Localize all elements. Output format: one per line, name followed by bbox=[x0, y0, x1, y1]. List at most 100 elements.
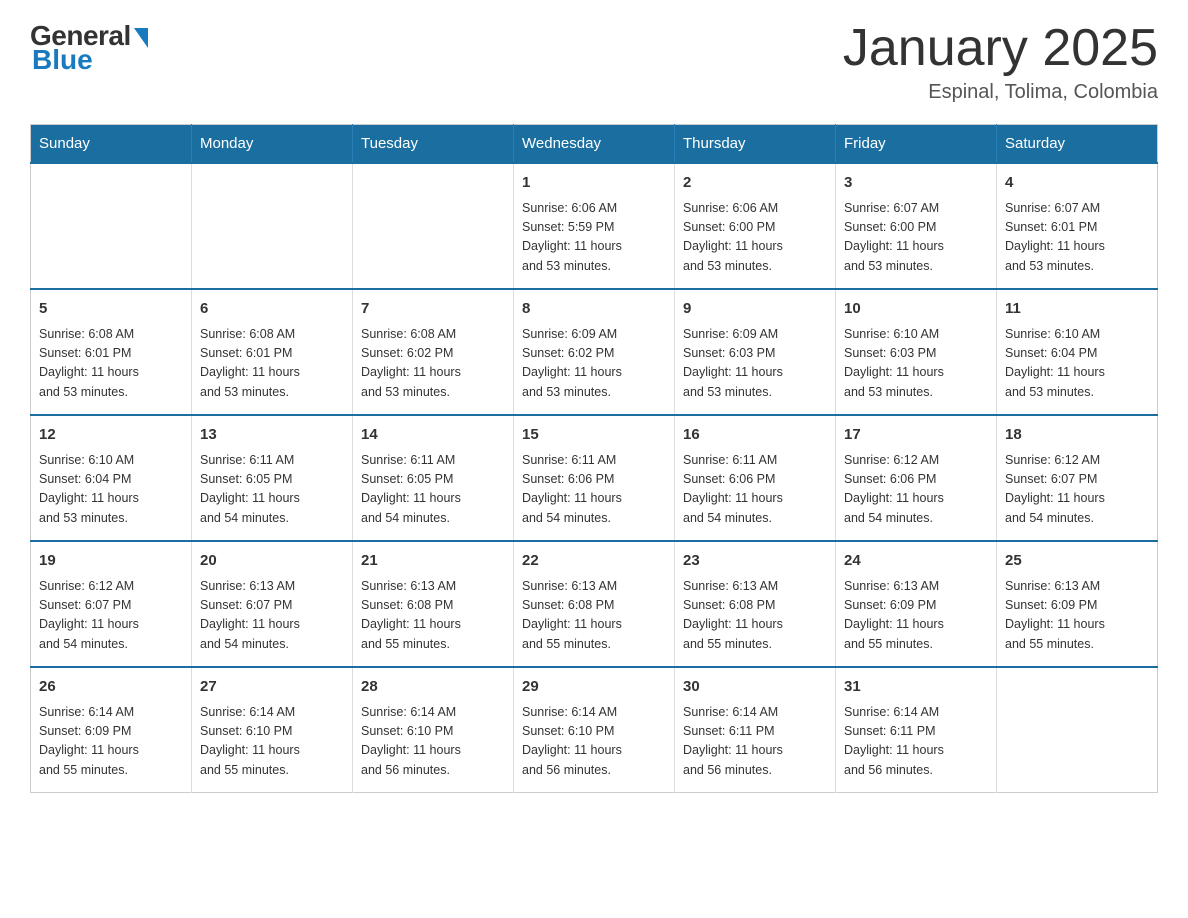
day-info: Sunrise: 6:14 AMSunset: 6:10 PMDaylight:… bbox=[361, 703, 505, 781]
day-info: Sunrise: 6:12 AMSunset: 6:07 PMDaylight:… bbox=[39, 577, 183, 655]
day-number: 21 bbox=[361, 550, 505, 573]
calendar-table: SundayMondayTuesdayWednesdayThursdayFrid… bbox=[30, 124, 1158, 793]
calendar-cell: 6 Sunrise: 6:08 AMSunset: 6:01 PMDaylight… bbox=[192, 289, 353, 415]
day-info: Sunrise: 6:09 AMSunset: 6:03 PMDaylight:… bbox=[683, 325, 827, 403]
calendar-cell: 21 Sunrise: 6:13 AMSunset: 6:08 PMDayligh… bbox=[353, 541, 514, 667]
calendar-cell: 3Sunrise: 6:07 AMSunset: 6:00 PMDaylight… bbox=[836, 163, 997, 289]
day-of-week-header-wednesday: Wednesday bbox=[514, 125, 675, 164]
calendar-cell: 1 Sunrise: 6:06 AMSunset: 5:59 PMDaylight… bbox=[514, 163, 675, 289]
calendar-week-row: 5 Sunrise: 6:08 AMSunset: 6:01 PMDaylight… bbox=[31, 289, 1158, 415]
day-info: Sunrise: 6:12 AMSunset: 6:07 PMDaylight:… bbox=[1005, 451, 1149, 529]
calendar-cell: 27 Sunrise: 6:14 AMSunset: 6:10 PMDayligh… bbox=[192, 667, 353, 793]
day-number: 1 bbox=[522, 172, 666, 195]
day-info: Sunrise: 6:09 AMSunset: 6:02 PMDaylight:… bbox=[522, 325, 666, 403]
day-number: 25 bbox=[1005, 550, 1149, 573]
logo: General Blue bbox=[30, 20, 148, 76]
day-info: Sunrise: 6:13 AMSunset: 6:09 PMDaylight:… bbox=[1005, 577, 1149, 655]
calendar-cell: 16 Sunrise: 6:11 AMSunset: 6:06 PMDayligh… bbox=[675, 415, 836, 541]
day-number: 7 bbox=[361, 298, 505, 321]
calendar-cell: 25 Sunrise: 6:13 AMSunset: 6:09 PMDayligh… bbox=[997, 541, 1158, 667]
day-of-week-header-monday: Monday bbox=[192, 125, 353, 164]
title-section: January 2025 Espinal, Tolima, Colombia bbox=[843, 20, 1158, 104]
page-header: General Blue January 2025 Espinal, Tolim… bbox=[30, 20, 1158, 104]
day-info: Sunrise: 6:13 AMSunset: 6:08 PMDaylight:… bbox=[522, 577, 666, 655]
calendar-cell: 30 Sunrise: 6:14 AMSunset: 6:11 PMDayligh… bbox=[675, 667, 836, 793]
day-info: Sunrise: 6:13 AMSunset: 6:08 PMDaylight:… bbox=[683, 577, 827, 655]
calendar-cell: 20Sunrise: 6:13 AMSunset: 6:07 PMDayligh… bbox=[192, 541, 353, 667]
day-info: Sunrise: 6:14 AMSunset: 6:10 PMDaylight:… bbox=[200, 703, 344, 781]
day-info: Sunrise: 6:14 AMSunset: 6:11 PMDaylight:… bbox=[683, 703, 827, 781]
day-of-week-header-thursday: Thursday bbox=[675, 125, 836, 164]
calendar-week-row: 19Sunrise: 6:12 AMSunset: 6:07 PMDayligh… bbox=[31, 541, 1158, 667]
day-of-week-header-saturday: Saturday bbox=[997, 125, 1158, 164]
calendar-cell: 19Sunrise: 6:12 AMSunset: 6:07 PMDayligh… bbox=[31, 541, 192, 667]
day-number: 31 bbox=[844, 676, 988, 699]
day-number: 16 bbox=[683, 424, 827, 447]
day-info: Sunrise: 6:13 AMSunset: 6:07 PMDaylight:… bbox=[200, 577, 344, 655]
day-number: 8 bbox=[522, 298, 666, 321]
calendar-cell: 31 Sunrise: 6:14 AMSunset: 6:11 PMDayligh… bbox=[836, 667, 997, 793]
day-number: 22 bbox=[522, 550, 666, 573]
calendar-cell: 22 Sunrise: 6:13 AMSunset: 6:08 PMDayligh… bbox=[514, 541, 675, 667]
day-number: 26 bbox=[39, 676, 183, 699]
day-number: 15 bbox=[522, 424, 666, 447]
day-number: 17 bbox=[844, 424, 988, 447]
day-number: 6 bbox=[200, 298, 344, 321]
calendar-cell: 4Sunrise: 6:07 AMSunset: 6:01 PMDaylight… bbox=[997, 163, 1158, 289]
day-of-week-header-sunday: Sunday bbox=[31, 125, 192, 164]
day-info: Sunrise: 6:07 AMSunset: 6:01 PMDaylight:… bbox=[1005, 199, 1149, 277]
calendar-cell: 7 Sunrise: 6:08 AMSunset: 6:02 PMDaylight… bbox=[353, 289, 514, 415]
day-number: 11 bbox=[1005, 298, 1149, 321]
calendar-cell: 8 Sunrise: 6:09 AMSunset: 6:02 PMDaylight… bbox=[514, 289, 675, 415]
day-info: Sunrise: 6:10 AMSunset: 6:04 PMDaylight:… bbox=[1005, 325, 1149, 403]
day-info: Sunrise: 6:06 AMSunset: 5:59 PMDaylight:… bbox=[522, 199, 666, 277]
day-info: Sunrise: 6:14 AMSunset: 6:10 PMDaylight:… bbox=[522, 703, 666, 781]
calendar-cell: 17Sunrise: 6:12 AMSunset: 6:06 PMDayligh… bbox=[836, 415, 997, 541]
day-of-week-header-friday: Friday bbox=[836, 125, 997, 164]
day-info: Sunrise: 6:06 AMSunset: 6:00 PMDaylight:… bbox=[683, 199, 827, 277]
day-info: Sunrise: 6:14 AMSunset: 6:09 PMDaylight:… bbox=[39, 703, 183, 781]
calendar-header-row: SundayMondayTuesdayWednesdayThursdayFrid… bbox=[31, 125, 1158, 164]
day-info: Sunrise: 6:10 AMSunset: 6:04 PMDaylight:… bbox=[39, 451, 183, 529]
calendar-cell: 29 Sunrise: 6:14 AMSunset: 6:10 PMDayligh… bbox=[514, 667, 675, 793]
day-number: 24 bbox=[844, 550, 988, 573]
location-subtitle: Espinal, Tolima, Colombia bbox=[843, 81, 1158, 104]
logo-arrow-icon bbox=[134, 28, 148, 48]
calendar-cell: 24 Sunrise: 6:13 AMSunset: 6:09 PMDayligh… bbox=[836, 541, 997, 667]
calendar-cell bbox=[997, 667, 1158, 793]
calendar-cell: 12 Sunrise: 6:10 AMSunset: 6:04 PMDayligh… bbox=[31, 415, 192, 541]
day-number: 5 bbox=[39, 298, 183, 321]
day-info: Sunrise: 6:13 AMSunset: 6:08 PMDaylight:… bbox=[361, 577, 505, 655]
calendar-week-row: 26 Sunrise: 6:14 AMSunset: 6:09 PMDayligh… bbox=[31, 667, 1158, 793]
day-info: Sunrise: 6:11 AMSunset: 6:06 PMDaylight:… bbox=[522, 451, 666, 529]
calendar-week-row: 1 Sunrise: 6:06 AMSunset: 5:59 PMDaylight… bbox=[31, 163, 1158, 289]
day-number: 13 bbox=[200, 424, 344, 447]
calendar-cell: 23Sunrise: 6:13 AMSunset: 6:08 PMDayligh… bbox=[675, 541, 836, 667]
calendar-cell: 13 Sunrise: 6:11 AMSunset: 6:05 PMDayligh… bbox=[192, 415, 353, 541]
day-info: Sunrise: 6:13 AMSunset: 6:09 PMDaylight:… bbox=[844, 577, 988, 655]
day-number: 27 bbox=[200, 676, 344, 699]
day-info: Sunrise: 6:11 AMSunset: 6:06 PMDaylight:… bbox=[683, 451, 827, 529]
day-number: 9 bbox=[683, 298, 827, 321]
day-number: 12 bbox=[39, 424, 183, 447]
day-number: 18 bbox=[1005, 424, 1149, 447]
calendar-cell: 15 Sunrise: 6:11 AMSunset: 6:06 PMDayligh… bbox=[514, 415, 675, 541]
calendar-cell: 9 Sunrise: 6:09 AMSunset: 6:03 PMDaylight… bbox=[675, 289, 836, 415]
day-info: Sunrise: 6:08 AMSunset: 6:01 PMDaylight:… bbox=[200, 325, 344, 403]
logo-blue-text: Blue bbox=[32, 44, 93, 76]
day-number: 29 bbox=[522, 676, 666, 699]
day-info: Sunrise: 6:14 AMSunset: 6:11 PMDaylight:… bbox=[844, 703, 988, 781]
calendar-cell: 26 Sunrise: 6:14 AMSunset: 6:09 PMDayligh… bbox=[31, 667, 192, 793]
day-info: Sunrise: 6:10 AMSunset: 6:03 PMDaylight:… bbox=[844, 325, 988, 403]
day-number: 30 bbox=[683, 676, 827, 699]
calendar-cell bbox=[192, 163, 353, 289]
calendar-cell: 28 Sunrise: 6:14 AMSunset: 6:10 PMDayligh… bbox=[353, 667, 514, 793]
calendar-cell bbox=[31, 163, 192, 289]
calendar-week-row: 12 Sunrise: 6:10 AMSunset: 6:04 PMDayligh… bbox=[31, 415, 1158, 541]
day-number: 28 bbox=[361, 676, 505, 699]
calendar-cell bbox=[353, 163, 514, 289]
day-info: Sunrise: 6:08 AMSunset: 6:01 PMDaylight:… bbox=[39, 325, 183, 403]
day-info: Sunrise: 6:08 AMSunset: 6:02 PMDaylight:… bbox=[361, 325, 505, 403]
day-info: Sunrise: 6:11 AMSunset: 6:05 PMDaylight:… bbox=[200, 451, 344, 529]
calendar-cell: 18 Sunrise: 6:12 AMSunset: 6:07 PMDayligh… bbox=[997, 415, 1158, 541]
